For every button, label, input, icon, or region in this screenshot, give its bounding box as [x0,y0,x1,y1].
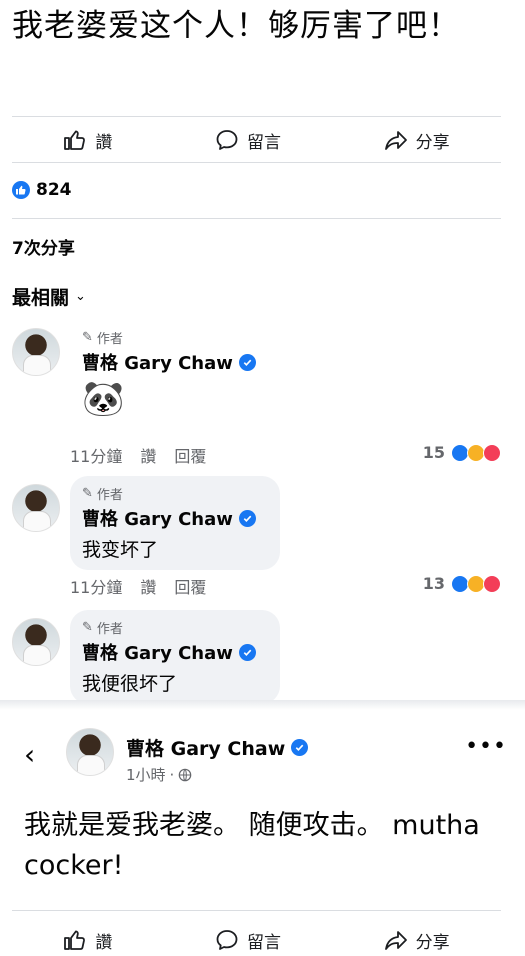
like-label: 讚 [95,932,113,953]
author-tag: 作者 [96,622,123,637]
pencil-icon: ✎ [82,486,93,501]
comment-body: ✎ 作者 曹格 Gary Chaw 🐼 [70,320,270,427]
share-button[interactable]: 分享 [384,128,450,153]
thumbs-up-icon [63,128,87,152]
chevron-down-icon: ⌄ [75,289,86,304]
comment-reply-link[interactable]: 回覆 [174,574,206,598]
comment-button[interactable]: 留言 [215,128,281,153]
post-action-bar: 讚 留言 分享 [12,120,501,160]
comment-text: 我变坏了 [82,539,159,561]
pencil-icon: ✎ [82,330,93,345]
verified-badge-icon [238,353,256,371]
commenter-name[interactable]: 曹格 Gary Chaw [82,639,233,665]
comment-reply-link[interactable]: 回覆 [174,443,206,467]
comment-meta: 11分鐘 讚 回覆 [70,443,206,467]
commenter-name[interactable]: 曹格 Gary Chaw [82,505,233,531]
love-reaction-icon [483,443,501,462]
reaction-number: 13 [422,574,445,593]
author-name[interactable]: 曹格 Gary Chaw [126,734,285,761]
commenter-name[interactable]: 曹格 Gary Chaw [82,349,233,375]
globe-icon [178,768,192,782]
comment-like-link[interactable]: 讚 [140,574,156,598]
share-label: 分享 [415,932,450,953]
post-text: 我老婆爱这个人！够厉害了吧！ [12,8,460,44]
divider [12,162,501,163]
like-label: 讚 [95,132,113,153]
share-button[interactable]: 分享 [384,928,450,953]
post-action-bar: 讚 留言 分享 [12,920,501,956]
comment-text: 我便很坏了 [82,673,178,695]
comment-time: 11分鐘 [70,578,123,597]
screenshot-seam [0,700,525,710]
comment-body: ✎ 作者 曹格 Gary Chaw 我变坏了 [70,476,280,570]
comment-reaction-count[interactable]: 13 [423,574,501,593]
comment-text: 🐼 [82,379,125,419]
comment-reaction-count[interactable]: 15 [423,443,501,462]
reaction-number: 15 [422,443,445,462]
share-count[interactable]: 7次分享 [12,234,75,259]
comment-like-link[interactable]: 讚 [140,443,156,467]
post-time[interactable]: 1小時 [126,764,166,785]
comment-body: ✎ 作者 曹格 Gary Chaw 我便很坏了 [70,610,280,704]
divider [12,116,501,117]
comment-label: 留言 [246,932,281,953]
verified-badge-icon [238,643,256,661]
post-header: ‹ 曹格 Gary Chaw 1小時 · ••• [0,712,525,802]
share-arrow-icon [384,928,408,952]
like-button[interactable]: 讚 [63,128,112,153]
avatar[interactable] [12,618,60,666]
avatar[interactable] [66,728,114,776]
like-button[interactable]: 讚 [63,928,112,953]
pencil-icon: ✎ [82,620,93,635]
avatar[interactable] [12,484,60,532]
comment-label: 留言 [246,132,281,153]
divider [12,218,501,219]
author-tag: 作者 [96,332,123,347]
reaction-count: 824 [36,180,72,200]
avatar[interactable] [12,328,60,376]
comment-bubble-icon [215,128,239,152]
reaction-summary[interactable]: 824 [12,180,72,200]
thumbs-up-icon [63,928,87,952]
love-reaction-icon [483,574,501,593]
comment-time: 11分鐘 [70,447,123,466]
share-arrow-icon [384,128,408,152]
share-label: 分享 [415,132,450,153]
sort-label: 最相關 [12,287,70,309]
author-tag: 作者 [96,488,123,503]
more-options-icon[interactable]: ••• [465,734,507,759]
post-text: 我就是爱我老婆。 随便攻击。 mutha cocker! [24,810,480,881]
verified-badge-icon [291,739,309,756]
comment-bubble-icon [215,928,239,952]
comment-button[interactable]: 留言 [215,928,281,953]
comment-sort-dropdown[interactable]: 最相關 ⌄ [12,283,86,310]
comment-meta: 11分鐘 讚 回覆 [70,574,206,598]
like-reaction-icon [12,181,30,199]
divider [12,910,501,911]
verified-badge-icon [238,509,256,527]
back-arrow-icon[interactable]: ‹ [24,738,35,771]
